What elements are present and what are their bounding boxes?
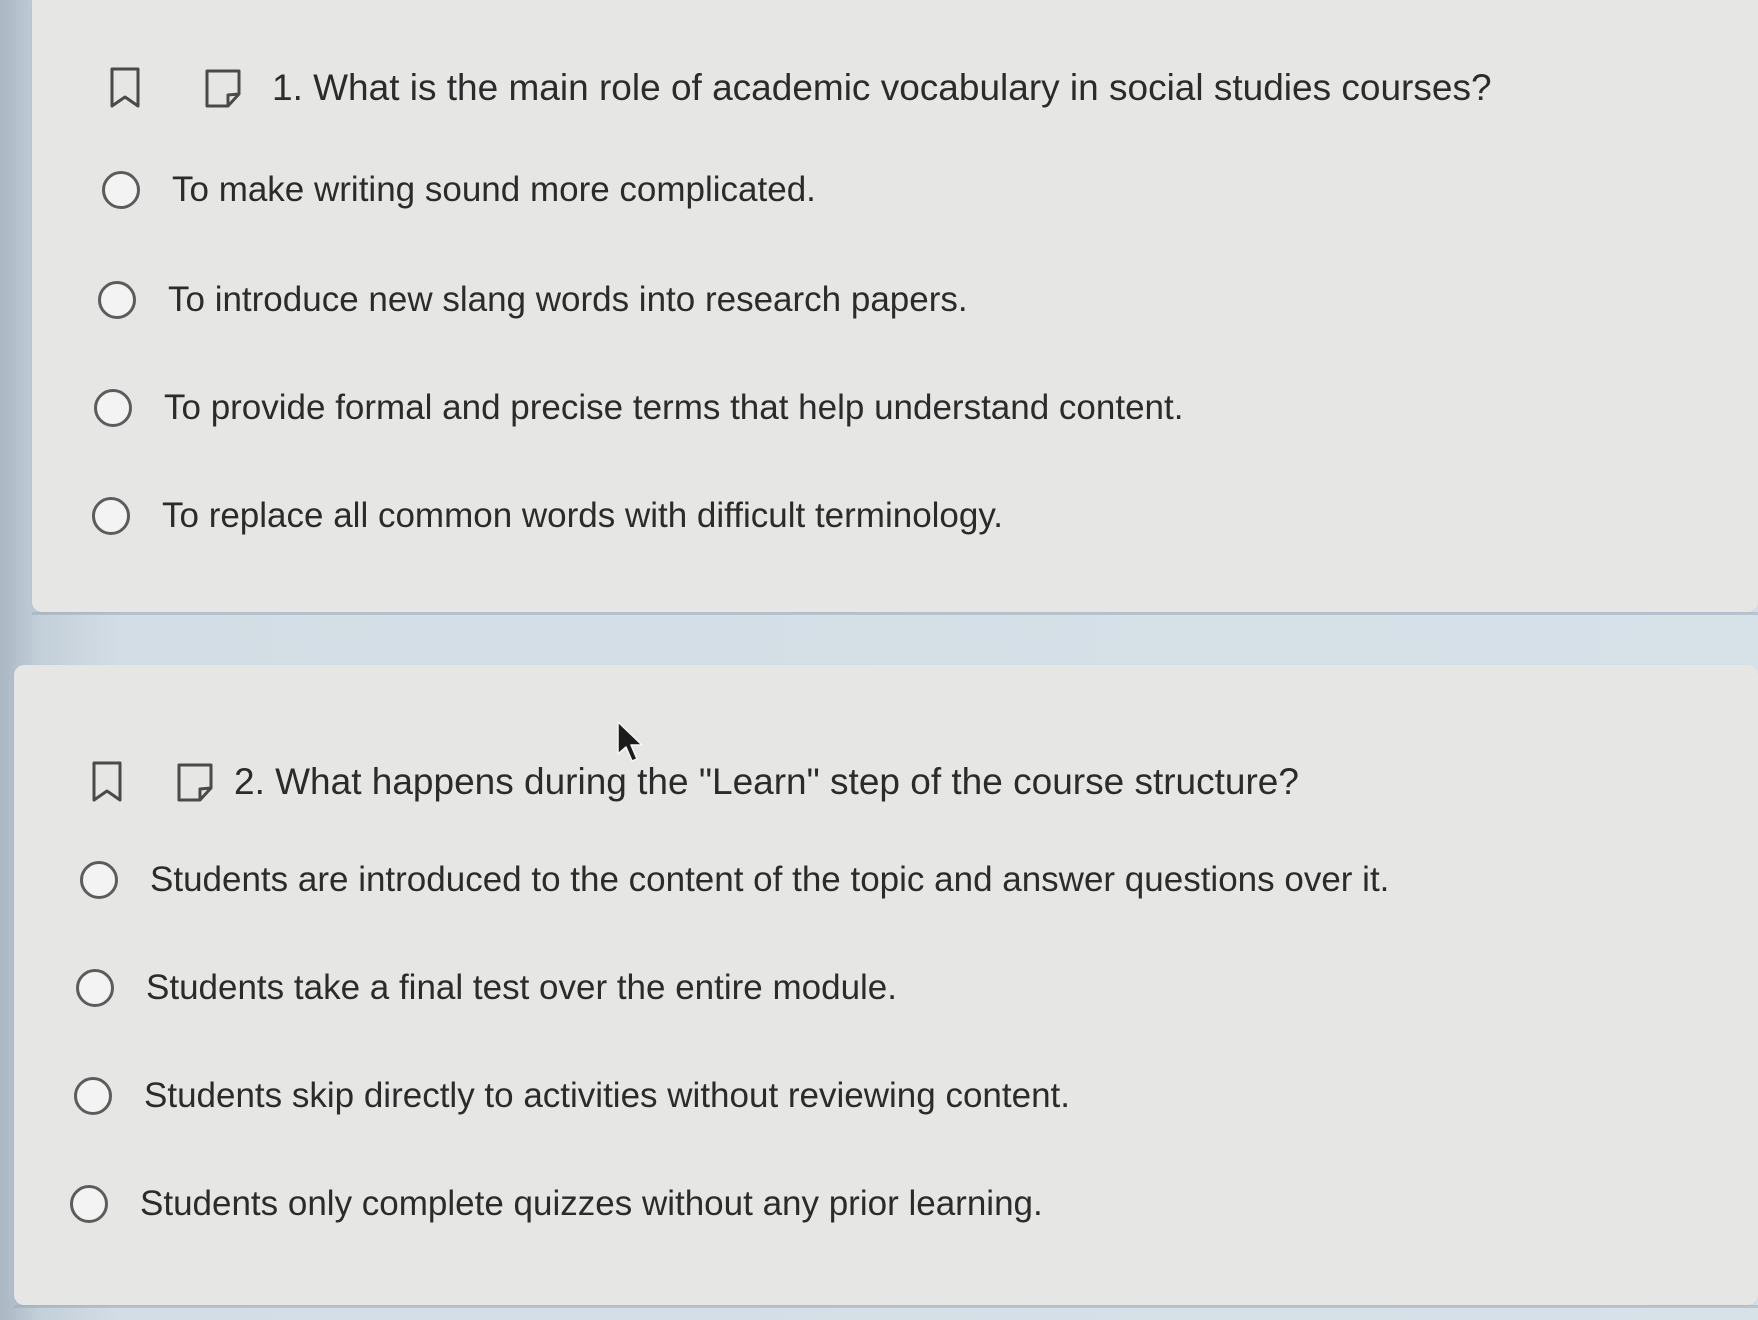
question-header-1: 1. What is the main role of academic voc… <box>108 66 1492 110</box>
answer-option[interactable]: Students take a final test over the enti… <box>76 968 897 1008</box>
bookmark-icon[interactable] <box>108 66 144 110</box>
radio-unselected-icon[interactable] <box>98 281 136 319</box>
note-icon[interactable] <box>174 760 216 804</box>
answer-option[interactable]: To introduce new slang words into resear… <box>98 280 968 320</box>
answer-option[interactable]: To make writing sound more complicated. <box>102 170 816 210</box>
answer-option-label: To provide formal and precise terms that… <box>164 388 1184 427</box>
bookmark-icon[interactable] <box>90 760 126 804</box>
note-icon[interactable] <box>202 66 244 110</box>
answer-option-label: Students are introduced to the content o… <box>150 860 1390 899</box>
answer-option[interactable]: Students skip directly to activities wit… <box>74 1076 1070 1116</box>
question-tools-1 <box>108 66 244 110</box>
answer-option-label: Students skip directly to activities wit… <box>144 1076 1070 1115</box>
answer-option-label: To replace all common words with difficu… <box>162 496 1003 535</box>
radio-unselected-icon[interactable] <box>92 497 130 535</box>
radio-unselected-icon[interactable] <box>80 861 118 899</box>
answer-option[interactable]: Students are introduced to the content o… <box>80 860 1389 900</box>
radio-unselected-icon[interactable] <box>74 1077 112 1115</box>
radio-unselected-icon[interactable] <box>94 389 132 427</box>
question-text: 2. What happens during the "Learn" step … <box>234 761 1299 802</box>
radio-unselected-icon[interactable] <box>76 969 114 1007</box>
answer-option-label: To make writing sound more complicated. <box>172 170 816 209</box>
radio-unselected-icon[interactable] <box>70 1185 108 1223</box>
radio-unselected-icon[interactable] <box>102 171 140 209</box>
question-tools-2 <box>90 760 216 804</box>
mouse-pointer-icon <box>616 720 646 764</box>
answer-option-label: Students only complete quizzes without a… <box>140 1184 1043 1223</box>
answer-option[interactable]: To provide formal and precise terms that… <box>94 388 1183 428</box>
answer-option[interactable]: To replace all common words with difficu… <box>92 496 1003 536</box>
card-divider <box>14 1305 1758 1308</box>
answer-option[interactable]: Students only complete quizzes without a… <box>70 1184 1043 1224</box>
answer-option-label: Students take a final test over the enti… <box>146 968 897 1007</box>
card-divider <box>32 612 1758 615</box>
question-text: 1. What is the main role of academic voc… <box>272 67 1492 108</box>
question-header-2: 2. What happens during the "Learn" step … <box>90 760 1299 804</box>
answer-option-label: To introduce new slang words into resear… <box>168 280 968 319</box>
